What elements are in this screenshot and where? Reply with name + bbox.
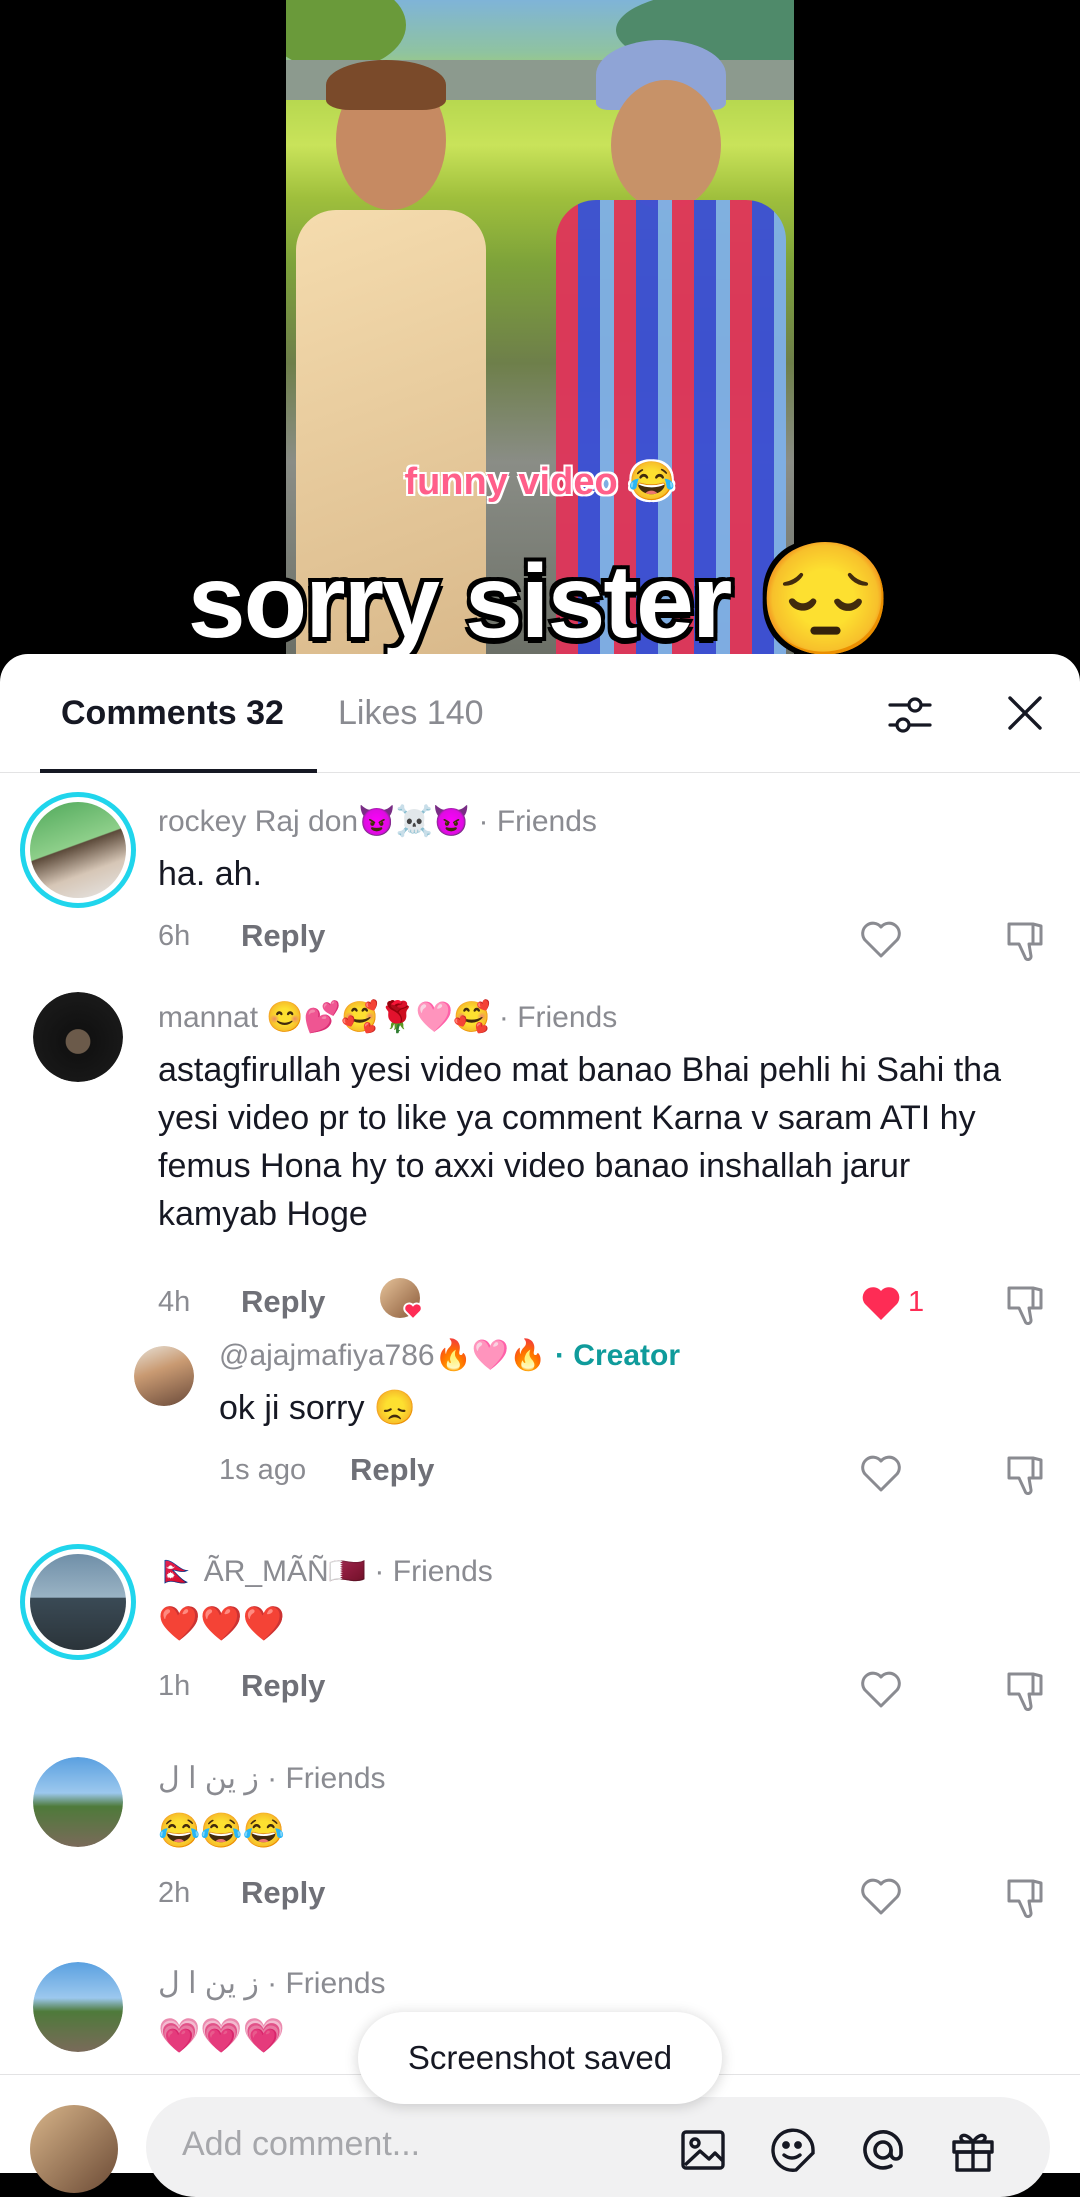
comment-item: ز ين ا ل · Friends 😂😂😂 2h Reply — [0, 1717, 1080, 1922]
dislike-icon[interactable] — [1003, 1666, 1049, 1712]
comment-author[interactable]: ز ين ا ل — [158, 1967, 259, 2000]
caption-big-emoji: 😔 — [757, 538, 894, 660]
heart-outline-icon[interactable] — [858, 1873, 904, 1919]
comment-time: 1s ago — [219, 1454, 307, 1486]
tab-likes[interactable]: Likes 140 — [338, 694, 484, 733]
image-icon[interactable] — [678, 2125, 728, 2175]
video-player[interactable]: funny video 😂 sorry sister 😔 — [0, 0, 1080, 660]
emoji-sticker-icon[interactable] — [768, 2125, 818, 2175]
caption-big-text: sorry sister — [187, 544, 733, 660]
reply-button[interactable]: Reply — [241, 918, 325, 954]
avatar[interactable] — [20, 792, 136, 908]
comment-tag: · Friends — [267, 1762, 386, 1795]
user-avatar — [30, 2105, 118, 2193]
comment-text: ha. ah. — [158, 855, 262, 893]
comment-author[interactable]: 🇳🇵 ÃR_MÃÑ🇶🇦 — [158, 1555, 366, 1588]
comment-author[interactable]: mannat 😊💕🥰🌹🩷🥰 — [158, 1001, 491, 1034]
comment-text: astagfirullah yesi video mat banao Bhai … — [158, 1051, 1001, 1233]
comment-author[interactable]: ز ين ا ل — [158, 1762, 259, 1795]
video-caption-small: funny video 😂 — [404, 461, 676, 503]
close-icon[interactable] — [1000, 688, 1050, 738]
comment-placeholder: Add comment... — [182, 2125, 421, 2163]
video-caption-big: sorry sister 😔 — [0, 535, 1080, 660]
sheet-tabs: Comments 32 Likes 140 — [0, 654, 1080, 773]
comment-tag: · Friends — [478, 805, 597, 838]
comment-tag: · Friends — [267, 1967, 386, 2000]
toast-notification: Screenshot saved — [358, 2012, 722, 2104]
avatar[interactable] — [33, 1962, 123, 2052]
avatar[interactable] — [33, 992, 123, 1082]
heart-outline-icon[interactable] — [858, 916, 904, 962]
reply-button[interactable]: Reply — [350, 1452, 434, 1488]
comment-time: 2h — [158, 1877, 191, 1909]
comment-text: ok ji sorry 😞 — [219, 1389, 417, 1427]
creator-badge: · Creator — [554, 1339, 681, 1372]
comments-sheet: Comments 32 Likes 140 rockey Raj don😈☠️😈… — [0, 654, 1080, 2172]
comment-author-line: 🇳🇵 ÃR_MÃÑ🇶🇦 · Friends — [158, 1554, 493, 1589]
comment-text: ❤️❤️❤️ — [158, 1605, 286, 1643]
comment-author-line: ز ين ا ل · Friends — [158, 1761, 386, 1796]
gift-icon[interactable] — [948, 2125, 998, 2175]
comment-author[interactable]: @ajajmafiya786🔥🩷🔥 — [219, 1339, 547, 1372]
avatar[interactable] — [134, 1346, 194, 1406]
dislike-icon[interactable] — [1003, 1450, 1049, 1496]
mention-icon[interactable] — [858, 2125, 908, 2175]
reply-button[interactable]: Reply — [241, 1668, 325, 1704]
dislike-icon[interactable] — [1003, 1873, 1049, 1919]
comment-input[interactable]: Add comment... — [146, 2097, 1050, 2197]
comment-author-line: ز ين ا ل · Friends — [158, 1966, 386, 2001]
comment-item: mannat 😊💕🥰🌹🩷🥰 · Friends astagfirullah ye… — [0, 972, 1080, 1326]
reply-button[interactable]: Reply — [241, 1875, 325, 1911]
heart-outline-icon[interactable] — [858, 1666, 904, 1712]
comment-author-line: rockey Raj don😈☠️😈 · Friends — [158, 804, 597, 839]
comment-text: 😂😂😂 — [158, 1812, 286, 1850]
heart-outline-icon[interactable] — [858, 1450, 904, 1496]
comment-author-line: mannat 😊💕🥰🌹🩷🥰 · Friends — [158, 1000, 617, 1035]
comment-author-line: @ajajmafiya786🔥🩷🔥 · Creator — [219, 1338, 680, 1373]
comment-tag: · Friends — [374, 1555, 493, 1588]
reply-item: @ajajmafiya786🔥🩷🔥 · Creator ok ji sorry … — [0, 1312, 1080, 1512]
sliders-icon[interactable] — [885, 690, 935, 740]
comment-time: 1h — [158, 1670, 191, 1702]
comment-time: 6h — [158, 920, 191, 952]
avatar[interactable] — [33, 1757, 123, 1847]
comment-item: 🇳🇵 ÃR_MÃÑ🇶🇦 · Friends ❤️❤️❤️ 1h Reply — [0, 1512, 1080, 1717]
avatar[interactable] — [20, 1544, 136, 1660]
dislike-icon[interactable] — [1003, 916, 1049, 962]
tab-comments[interactable]: Comments 32 — [61, 694, 284, 733]
comment-author[interactable]: rockey Raj don😈☠️😈 — [158, 805, 470, 838]
comment-tag: · Friends — [498, 1001, 618, 1034]
comment-item: rockey Raj don😈☠️😈 · Friends ha. ah. 6h … — [0, 772, 1080, 972]
